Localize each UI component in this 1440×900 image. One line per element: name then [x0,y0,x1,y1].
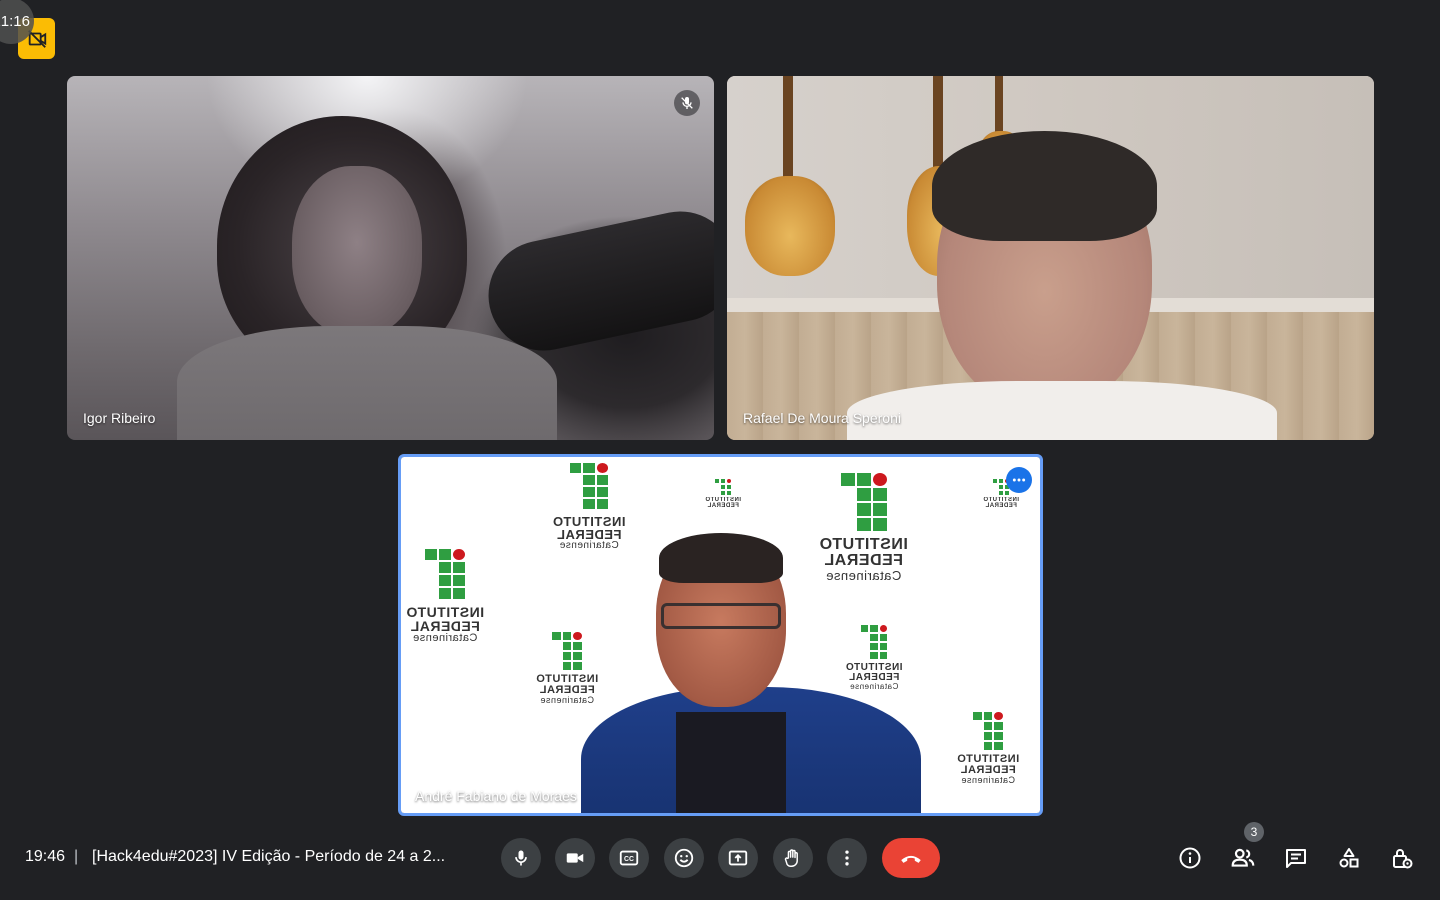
participant-tile-igor[interactable]: Igor Ribeiro [67,76,714,440]
institution-logo: INSTITUTO FEDERAL [701,479,745,509]
emoji-icon [674,848,694,868]
participant-figure [581,533,981,813]
camera-button[interactable] [555,838,595,878]
logo-text-line2: FEDERAL [707,503,739,509]
participant-face [292,166,422,336]
participant-body [177,326,557,440]
present-icon [728,850,748,866]
host-controls-button[interactable] [1387,843,1417,873]
meeting-title: [Hack4edu#2023] IV Edição - Período de 2… [92,848,446,865]
muted-indicator [674,90,700,116]
logo-text-line2: FEDERAL [410,618,480,634]
participant-count-badge: 3 [1244,822,1264,842]
meeting-time: 19:46 [25,848,66,865]
participant-name: André Fabiano de Moraes [415,788,577,804]
meeting-details-button[interactable] [1175,843,1205,873]
mic-off-icon [681,97,693,109]
logo-text-line3: Catarinense [412,632,478,644]
info-icon [1179,847,1201,869]
present-button[interactable] [718,838,758,878]
captions-button[interactable]: CC [609,838,649,878]
activities-button[interactable] [1334,843,1364,873]
activities-icon [1339,848,1359,868]
meet-stage: 21:16 Igor Ribeiro Raf [0,0,1440,900]
camera-icon [566,853,584,863]
leave-call-button[interactable] [882,838,940,878]
participant-hair [932,131,1157,241]
more-options-button[interactable] [827,838,867,878]
overlay-clock-text: 21:16 [0,12,30,30]
logo-text-line1: INSTITUTO [405,604,485,620]
more-options-button[interactable] [1006,467,1032,493]
raise-hand-icon [784,849,798,867]
toolbar-separator: | [74,848,79,865]
chat-button[interactable] [1281,843,1311,873]
chat-icon [1286,849,1306,868]
institution-logo: INSTITUTO FEDERAL Catarinense [401,549,489,644]
meeting-toolbar: 19:46 | [Hack4edu#2023] IV Edição - Perí… [0,822,1440,886]
end-call-icon [901,855,921,863]
host-controls-icon [1393,849,1413,869]
participant-name: Igor Ribeiro [83,410,156,426]
participant-hair [659,533,783,583]
people-icon [1231,848,1255,867]
more-vert-icon [845,850,849,866]
more-horiz-icon [1012,478,1026,482]
participant-tile-rafael[interactable]: Rafael De Moura Speroni [727,76,1374,440]
svg-text:CC: CC [624,856,634,863]
mic-button[interactable] [501,838,541,878]
raise-hand-button[interactable] [773,838,813,878]
mic-icon [515,850,527,866]
participant-tile-andre[interactable]: INSTITUTO FEDERAL Catarinense INSTITUTO … [398,454,1043,816]
participant-name: Rafael De Moura Speroni [743,410,901,426]
captions-icon: CC [619,850,639,866]
participant-body [847,381,1277,440]
participant-glasses [661,603,781,629]
participant-shirt [676,712,786,813]
logo-text-line2: FEDERAL [985,503,1017,509]
reactions-button[interactable] [664,838,704,878]
people-button[interactable] [1228,843,1258,873]
guitar [745,176,835,276]
